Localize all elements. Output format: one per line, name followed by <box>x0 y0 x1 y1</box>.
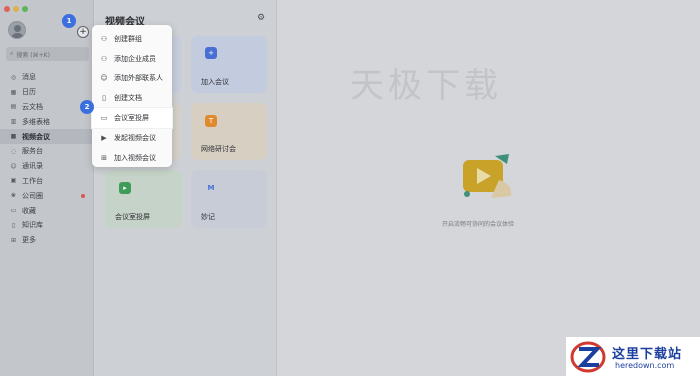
search-input[interactable]: ⌕ 搜索 (⌘+K) <box>6 47 89 61</box>
join-meeting-card[interactable]: + 加入会议 <box>191 36 267 93</box>
sidebar-item-label: 收藏 <box>22 206 36 215</box>
avatar[interactable] <box>8 21 26 39</box>
menu-item-label: 会议室投屏 <box>114 114 149 123</box>
workbench-icon: ▣ <box>10 177 17 185</box>
menu-item-join-video-meeting[interactable]: ⊞ 加入视频会议 <box>92 148 172 168</box>
card-label: 妙记 <box>201 213 215 221</box>
screen-share-icon: ▭ <box>100 114 108 123</box>
sidebar-item-label: 工作台 <box>22 176 43 185</box>
notification-dot <box>81 193 85 198</box>
sidebar-item-favorites[interactable]: ▭ 收藏 <box>0 203 94 218</box>
sidebar-item-wiki[interactable]: ▯ 知识库 <box>0 218 94 233</box>
menu-item-add-member[interactable]: ⚇ 添加企业成员 <box>92 49 172 69</box>
sidebar-item-label: 服务台 <box>22 147 43 156</box>
sidebar-nav: ◎ 消息 ▦ 日历 ▤ 云文档 ▥ 多维表格 ■ 视频会议 ◌ 服务台 ☺ 通讯录 ▣ 工作台 … <box>0 70 94 248</box>
menu-item-add-external-contact[interactable]: ☺ 添加外部联系人 <box>92 69 172 89</box>
card-label: 会议室投屏 <box>115 213 150 221</box>
add-member-icon: ⚇ <box>100 54 108 63</box>
sidebar-item-label: 知识库 <box>22 221 43 230</box>
sidebar-item-label: 多维表格 <box>22 117 50 126</box>
logo-title: 这里下载站 <box>612 347 683 362</box>
screen-share-icon: ▸ <box>119 182 131 194</box>
menu-item-screen-share[interactable]: ▭ 会议室投屏 <box>92 108 172 128</box>
sidebar-item-label: 云文档 <box>22 102 43 111</box>
card-label: 网络研讨会 <box>201 145 236 153</box>
sidebar-item-messages[interactable]: ◎ 消息 <box>0 70 94 85</box>
menu-item-create-group[interactable]: ⚇ 创建群组 <box>92 29 172 49</box>
minutes-card[interactable]: M 妙记 <box>191 170 267 228</box>
sidebar-item-bitable[interactable]: ▥ 多维表格 <box>0 114 94 129</box>
chat-bubble-icon: ◎ <box>10 73 17 81</box>
menu-item-start-video-meeting[interactable]: ▶ 发起视频会议 <box>92 128 172 148</box>
logo-url: heredown.com <box>615 361 675 370</box>
menu-item-label: 发起视频会议 <box>114 133 156 142</box>
minutes-icon: M <box>205 182 217 194</box>
minimize-window-button[interactable] <box>13 6 19 12</box>
sidebar-item-calendar[interactable]: ▦ 日历 <box>0 85 94 100</box>
table-icon: ▥ <box>10 118 17 126</box>
sidebar-item-label: 消息 <box>22 73 36 82</box>
menu-item-label: 创建文档 <box>114 94 142 103</box>
contacts-icon: ☺ <box>10 162 17 170</box>
sidebar-item-workbench[interactable]: ▣ 工作台 <box>0 174 94 189</box>
search-placeholder: 搜索 (⌘+K) <box>16 51 50 59</box>
step-badge-2: 2 <box>80 100 94 114</box>
sidebar-item-helpdesk[interactable]: ◌ 服务台 <box>0 144 94 159</box>
z-logo-icon <box>570 341 606 373</box>
sidebar-item-video-meeting[interactable]: ■ 视频会议 <box>0 129 94 144</box>
menu-item-label: 加入视频会议 <box>114 153 156 162</box>
menu-item-label: 添加企业成员 <box>114 54 156 63</box>
bookmark-icon: ▭ <box>10 207 17 215</box>
document-icon: ▯ <box>102 94 106 103</box>
empty-state-hint: 开启流畅可协同的会议体验 <box>442 221 515 228</box>
step-badge-1: 1 <box>62 14 76 28</box>
sidebar: + ⌕ 搜索 (⌘+K) ◎ 消息 ▦ 日历 ▤ 云文档 ▥ 多维表格 ■ 视频会议 ◌ 服… <box>0 0 94 376</box>
screen-share-card[interactable]: ▸ 会议室投屏 <box>105 170 182 228</box>
add-plus-button[interactable]: + <box>77 26 89 38</box>
sidebar-item-contacts[interactable]: ☺ 通讯录 <box>0 159 94 174</box>
menu-item-label: 添加外部联系人 <box>114 74 163 83</box>
webinar-card[interactable]: T 网络研讨会 <box>191 103 267 160</box>
sidebar-item-label: 日历 <box>22 88 36 97</box>
calendar-icon: ▦ <box>10 88 17 96</box>
menu-item-create-document[interactable]: ▯ 创建文档 <box>92 88 172 108</box>
search-icon: ⌕ <box>10 50 14 57</box>
cloud-doc-icon: ▤ <box>10 103 17 111</box>
meeting-illustration-icon <box>463 154 512 198</box>
add-contact-icon: ☺ <box>100 74 108 83</box>
card-label: 加入会议 <box>201 78 229 86</box>
headset-icon: ◌ <box>10 147 17 155</box>
video-icon: ■ <box>10 133 17 141</box>
maximize-window-button[interactable] <box>22 6 28 12</box>
group-icon: ⚇ <box>100 34 108 43</box>
moments-icon: ❀ <box>10 192 17 200</box>
webinar-icon: T <box>205 115 217 127</box>
sidebar-item-label: 更多 <box>22 236 36 245</box>
menu-item-label: 创建群组 <box>114 34 142 43</box>
video-icon: ▶ <box>101 133 107 142</box>
sidebar-item-label: 公司圈 <box>22 191 43 200</box>
sidebar-item-label: 通讯录 <box>22 162 43 171</box>
window-controls <box>4 6 28 12</box>
join-icon: ⊞ <box>101 153 107 162</box>
sidebar-item-more[interactable]: ⊞ 更多 <box>0 233 94 248</box>
plus-icon: + <box>205 47 217 59</box>
gear-icon[interactable]: ⚙ <box>257 13 265 23</box>
site-logo: 这里下载站 heredown.com <box>566 337 700 376</box>
grid-icon: ⊞ <box>10 236 17 244</box>
sidebar-item-moments[interactable]: ❀ 公司圈 <box>0 188 94 203</box>
add-dropdown-menu: ⚇ 创建群组 ⚇ 添加企业成员 ☺ 添加外部联系人 ▯ 创建文档 ▭ 会议室投屏 ▶ 发起视… <box>92 25 172 167</box>
sidebar-item-label: 视频会议 <box>22 132 50 141</box>
watermark-text: 天极下载 <box>350 66 502 106</box>
book-icon: ▯ <box>11 221 16 229</box>
close-window-button[interactable] <box>4 6 10 12</box>
